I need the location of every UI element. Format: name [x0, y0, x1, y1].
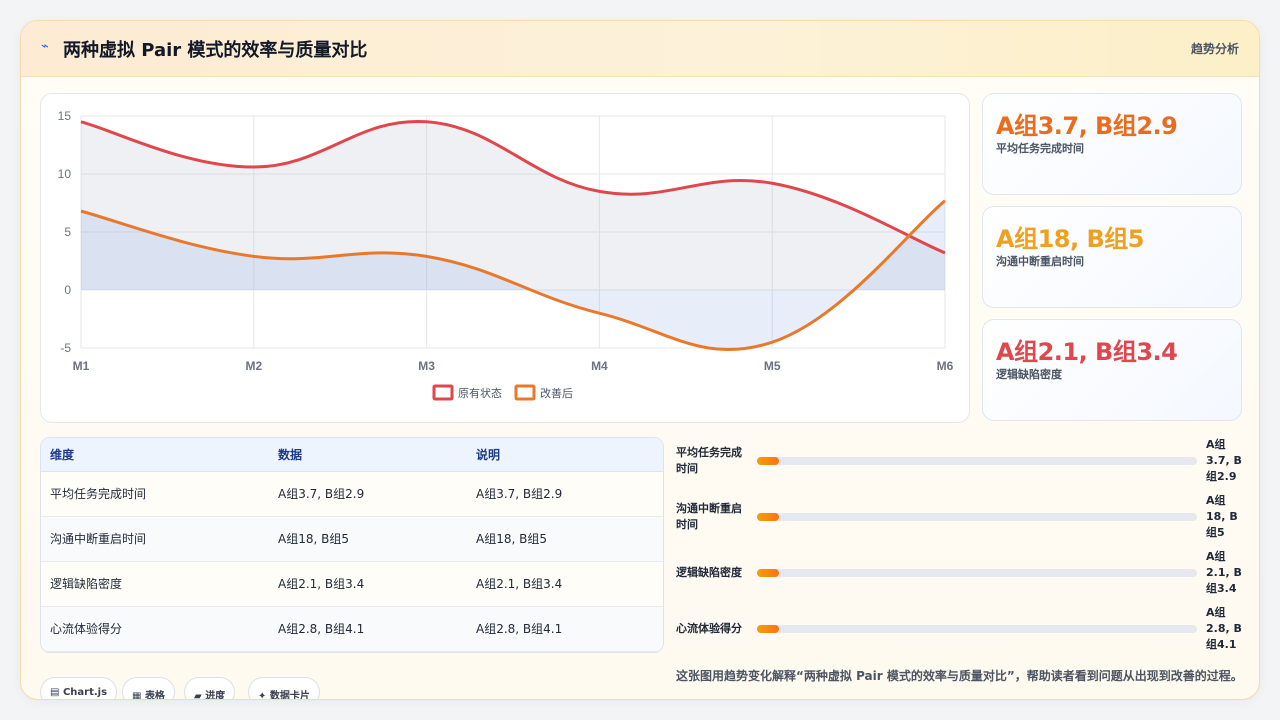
- table-cell: A组18, B组5: [467, 516, 663, 562]
- progress-row: 心流体验得分 A组 2.8, B 组4.1: [676, 605, 1246, 653]
- table-row: 平均任务完成时间 A组3.7, B组2.9 A组3.7, B组2.9: [41, 471, 663, 517]
- header-bar: ⌁ 两种虚拟 Pair 模式的效率与质量对比 趋势分析: [21, 21, 1259, 77]
- progress-label: 心流体验得分: [676, 622, 742, 635]
- table-cell: A组2.1, B组3.4: [467, 561, 663, 607]
- header-tag: 趋势分析: [1190, 42, 1239, 56]
- stat-label: 平均任务完成时间: [996, 142, 1084, 155]
- legend-label: 原有状态: [458, 386, 502, 400]
- progress-fill: [757, 569, 779, 577]
- progress-row: 沟通中断重启 时间 A组 18, B 组5: [676, 493, 1246, 541]
- stat-card-3: A组2.1, B组3.4 逻辑缺陷密度: [982, 319, 1242, 421]
- table-cell: A组3.7, B组2.9: [269, 471, 467, 517]
- chip-data-cards[interactable]: ✦ 数据卡片: [248, 677, 320, 700]
- stat-label: 逻辑缺陷密度: [996, 368, 1062, 381]
- line-chart-panel: 15 10 5 0 -5 M1 M2 M3 M4 M5 M6 原有状态 改善后: [40, 93, 970, 423]
- legend-swatch: [514, 384, 536, 401]
- progress-value: A组 2.8, B 组4.1: [1206, 606, 1242, 651]
- stat-label: 沟通中断重启时间: [996, 255, 1084, 268]
- progress-track: [757, 625, 1197, 633]
- line-chart: 15 10 5 0 -5M1 M2 M3 M4 M5 M6 原有状态 改善后: [58, 109, 954, 401]
- stat-value: A组2.1, B组3.4: [996, 338, 1178, 366]
- caption-text: 这张图用趋势变化解释“两种虚拟 Pair 模式的效率与质量对比”，帮助读者看到问…: [676, 669, 1243, 683]
- chip-progress[interactable]: ▰ 进度: [184, 677, 236, 700]
- progress-fill: [757, 513, 779, 521]
- chip-chartjs[interactable]: ▤ Chart.js: [40, 677, 118, 699]
- y-tick-label: -5: [60, 341, 71, 355]
- stat-value: A组3.7, B组2.9: [996, 112, 1178, 140]
- table-cell: 平均任务完成时间: [41, 471, 269, 517]
- x-tick-label: M1: [73, 359, 90, 373]
- legend-label: 改善后: [540, 386, 573, 400]
- stat-value: A组18, B组5: [996, 225, 1144, 253]
- column-header-dimension: 维度: [41, 438, 269, 472]
- progress-value: A组 18, B 组5: [1206, 494, 1238, 539]
- y-tick-label: 0: [64, 283, 71, 297]
- y-tick-label: 5: [64, 225, 71, 239]
- progress-label: 平均任务完成 时间: [676, 446, 742, 475]
- table-row: 心流体验得分 A组2.8, B组4.1 A组2.8, B组4.1: [41, 606, 663, 652]
- main-card: ⌁ 两种虚拟 Pair 模式的效率与质量对比 趋势分析 15 10 5 0 -5 M1 M2…: [20, 20, 1260, 700]
- progress-track: [757, 457, 1197, 465]
- column-header-data: 数据: [269, 438, 467, 472]
- table-row: 沟通中断重启时间 A组18, B组5 A组18, B组5: [41, 516, 663, 562]
- table-cell: A组2.8, B组4.1: [269, 606, 467, 652]
- chip-table[interactable]: ▦ 表格: [122, 677, 175, 700]
- x-tick-label: M4: [591, 359, 608, 373]
- progress-label: 沟通中断重启 时间: [676, 502, 742, 531]
- progress-row: 平均任务完成 时间 A组 3.7, B 组2.9: [676, 437, 1246, 485]
- data-table: 维度 数据 说明 平均任务完成时间 A组3.7, B组2.9 A组3.7, B组…: [40, 437, 664, 653]
- table-row: 逻辑缺陷密度 A组2.1, B组3.4 A组2.1, B组3.4: [41, 561, 663, 607]
- progress-value: A组 2.1, B 组3.4: [1206, 550, 1242, 595]
- progress-track: [757, 569, 1197, 577]
- stat-card-1: A组3.7, B组2.9 平均任务完成时间: [982, 93, 1242, 195]
- table-cell: 心流体验得分: [41, 606, 269, 652]
- progress-value: A组 3.7, B 组2.9: [1206, 438, 1242, 483]
- progress-row: 逻辑缺陷密度 A组 2.1, B 组3.4: [676, 549, 1246, 597]
- page-title: 两种虚拟 Pair 模式的效率与质量对比: [63, 40, 368, 61]
- progress-track: [757, 513, 1197, 521]
- stat-card-2: A组18, B组5 沟通中断重启时间: [982, 206, 1242, 308]
- table-icon: ▦: [132, 691, 142, 700]
- progress-fill: [757, 457, 779, 465]
- y-tick-label: 10: [58, 167, 72, 181]
- x-tick-label: M3: [418, 359, 435, 373]
- table-header-row: 维度 数据 说明: [41, 438, 663, 472]
- table-cell: 沟通中断重启时间: [41, 516, 269, 562]
- x-tick-label: M6: [937, 359, 954, 373]
- progress-icon: ▰: [194, 691, 202, 700]
- table-cell: A组18, B组5: [269, 516, 467, 562]
- table-cell: A组2.8, B组4.1: [467, 606, 663, 652]
- sparkle-icon: ✦: [258, 691, 267, 700]
- column-header-note: 说明: [467, 438, 663, 472]
- progress-label: 逻辑缺陷密度: [676, 566, 742, 579]
- x-tick-label: M2: [245, 359, 262, 373]
- table-cell: A组2.1, B组3.4: [269, 561, 467, 607]
- table-cell: A组3.7, B组2.9: [467, 471, 663, 517]
- trend-icon: ⌁: [41, 39, 49, 54]
- x-tick-label: M5: [764, 359, 781, 373]
- legend-swatch: [432, 384, 454, 401]
- table-cell: 逻辑缺陷密度: [41, 561, 269, 607]
- y-tick-label: 15: [58, 109, 72, 123]
- chart-icon: ▤: [50, 687, 60, 698]
- progress-fill: [757, 625, 779, 633]
